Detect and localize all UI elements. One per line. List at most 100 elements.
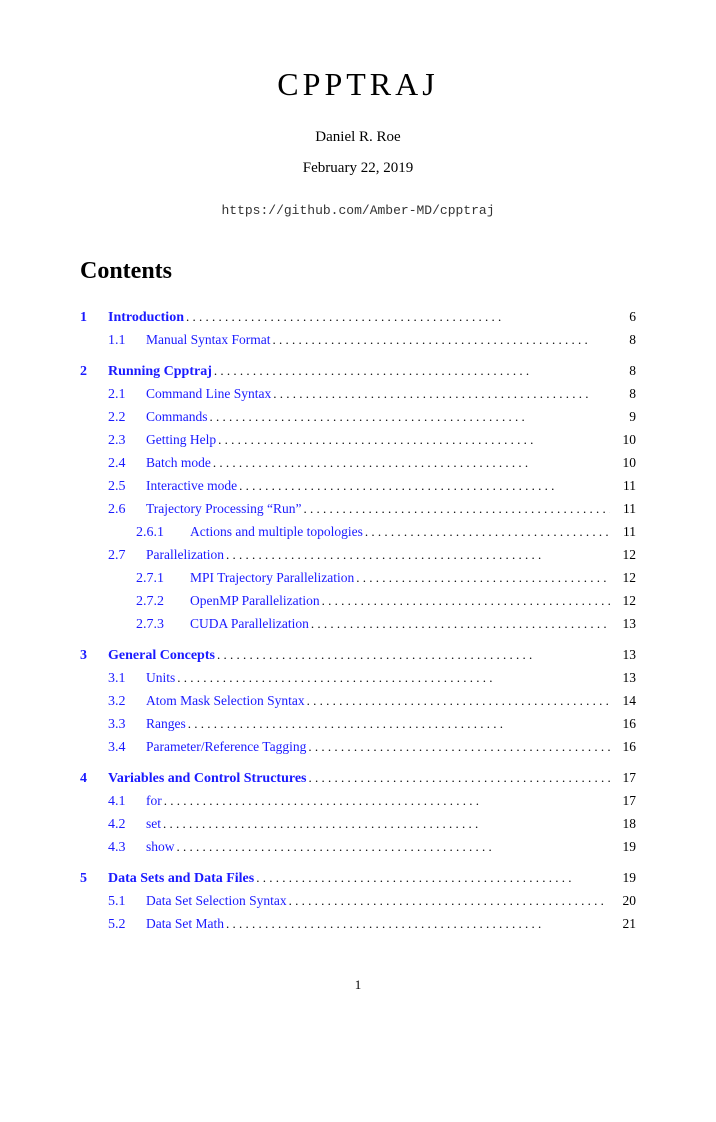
- toc-section: 5Data Sets and Data Files . . . . . . . …: [80, 868, 636, 935]
- toc-title: Ranges: [146, 714, 186, 734]
- date: February 22, 2019: [80, 157, 636, 180]
- toc-page: 16: [612, 737, 636, 757]
- toc-dots: . . . . . . . . . . . . . . . . . . . . …: [308, 768, 610, 788]
- toc-row[interactable]: 2.4Batch mode . . . . . . . . . . . . . …: [80, 453, 636, 474]
- toc-number: 2.3: [108, 430, 146, 451]
- toc-row[interactable]: 3.1Units . . . . . . . . . . . . . . . .…: [80, 668, 636, 689]
- toc-number: 3.4: [108, 737, 146, 758]
- toc-row[interactable]: 3.2Atom Mask Selection Syntax . . . . . …: [80, 691, 636, 712]
- toc-number: 2.5: [108, 476, 146, 497]
- toc-dots: . . . . . . . . . . . . . . . . . . . . …: [239, 476, 610, 496]
- toc-row[interactable]: 2.1Command Line Syntax . . . . . . . . .…: [80, 384, 636, 405]
- toc-page: 11: [612, 499, 636, 519]
- toc-dots: . . . . . . . . . . . . . . . . . . . . …: [217, 645, 610, 665]
- toc-number: 5.2: [108, 914, 146, 935]
- toc-title: set: [146, 814, 161, 834]
- toc-row[interactable]: 2Running Cpptraj . . . . . . . . . . . .…: [80, 361, 636, 382]
- toc-page: 13: [612, 645, 636, 665]
- toc-number: 3.1: [108, 668, 146, 689]
- toc-row[interactable]: 4.2set . . . . . . . . . . . . . . . . .…: [80, 814, 636, 835]
- toc-page: 20: [612, 891, 636, 911]
- toc-dots: . . . . . . . . . . . . . . . . . . . . …: [226, 914, 610, 934]
- toc-title: Data Sets and Data Files: [108, 868, 254, 889]
- toc-section: 4Variables and Control Structures . . . …: [80, 768, 636, 858]
- toc-page: 8: [612, 361, 636, 381]
- toc-dots: . . . . . . . . . . . . . . . . . . . . …: [188, 714, 610, 734]
- toc-title: Atom Mask Selection Syntax: [146, 691, 305, 711]
- toc-row[interactable]: 2.7Parallelization . . . . . . . . . . .…: [80, 545, 636, 566]
- toc-page: 12: [612, 568, 636, 588]
- toc-row[interactable]: 2.2Commands . . . . . . . . . . . . . . …: [80, 407, 636, 428]
- toc-dots: . . . . . . . . . . . . . . . . . . . . …: [218, 430, 610, 450]
- toc-row[interactable]: 2.7.1MPI Trajectory Parallelization . . …: [80, 568, 636, 589]
- toc-row[interactable]: 5Data Sets and Data Files . . . . . . . …: [80, 868, 636, 889]
- toc-row[interactable]: 2.6Trajectory Processing “Run” . . . . .…: [80, 499, 636, 520]
- toc-row[interactable]: 1.1Manual Syntax Format . . . . . . . . …: [80, 330, 636, 351]
- toc-row[interactable]: 2.6.1Actions and multiple topologies . .…: [80, 522, 636, 543]
- toc-dots: . . . . . . . . . . . . . . . . . . . . …: [365, 522, 610, 542]
- toc-page: 9: [612, 407, 636, 427]
- toc-number: 2.1: [108, 384, 146, 405]
- toc-row[interactable]: 4.1for . . . . . . . . . . . . . . . . .…: [80, 791, 636, 812]
- toc-number: 4: [80, 768, 108, 789]
- toc-row[interactable]: 1Introduction . . . . . . . . . . . . . …: [80, 307, 636, 328]
- toc-section: 2Running Cpptraj . . . . . . . . . . . .…: [80, 361, 636, 635]
- toc-title: show: [146, 837, 175, 857]
- toc-page: 8: [612, 330, 636, 350]
- toc-title: Manual Syntax Format: [146, 330, 271, 350]
- toc-title: Actions and multiple topologies: [190, 522, 363, 542]
- toc-dots: . . . . . . . . . . . . . . . . . . . . …: [308, 737, 610, 757]
- toc-title: Variables and Control Structures: [108, 768, 306, 789]
- toc-title: CUDA Parallelization: [190, 614, 309, 634]
- toc-dots: . . . . . . . . . . . . . . . . . . . . …: [213, 453, 610, 473]
- toc-row[interactable]: 5.1Data Set Selection Syntax . . . . . .…: [80, 891, 636, 912]
- toc-title: Commands: [146, 407, 208, 427]
- toc-number: 4.2: [108, 814, 146, 835]
- toc-title: Running Cpptraj: [108, 361, 212, 382]
- toc-row[interactable]: 2.7.2OpenMP Parallelization . . . . . . …: [80, 591, 636, 612]
- author: Daniel R. Roe: [80, 126, 636, 149]
- toc-dots: . . . . . . . . . . . . . . . . . . . . …: [177, 837, 610, 857]
- toc-number: 5: [80, 868, 108, 889]
- toc-title: Data Set Math: [146, 914, 224, 934]
- toc-row[interactable]: 2.3Getting Help . . . . . . . . . . . . …: [80, 430, 636, 451]
- toc-row[interactable]: 5.2Data Set Math . . . . . . . . . . . .…: [80, 914, 636, 935]
- toc-dots: . . . . . . . . . . . . . . . . . . . . …: [214, 361, 610, 381]
- toc-row[interactable]: 3.3Ranges . . . . . . . . . . . . . . . …: [80, 714, 636, 735]
- toc-number: 4.3: [108, 837, 146, 858]
- toc-row[interactable]: 4.3show . . . . . . . . . . . . . . . . …: [80, 837, 636, 858]
- toc-dots: . . . . . . . . . . . . . . . . . . . . …: [303, 499, 610, 519]
- toc-number: 5.1: [108, 891, 146, 912]
- toc-dots: . . . . . . . . . . . . . . . . . . . . …: [226, 545, 610, 565]
- toc-page: 10: [612, 430, 636, 450]
- toc-title: OpenMP Parallelization: [190, 591, 320, 611]
- toc-page: 19: [612, 868, 636, 888]
- page-title: CPPTRAJ: [80, 60, 636, 108]
- toc-title: Getting Help: [146, 430, 216, 450]
- toc-section: 3General Concepts . . . . . . . . . . . …: [80, 645, 636, 758]
- toc-dots: . . . . . . . . . . . . . . . . . . . . …: [163, 814, 610, 834]
- toc-row[interactable]: 3General Concepts . . . . . . . . . . . …: [80, 645, 636, 666]
- toc-title: General Concepts: [108, 645, 215, 666]
- toc-page: 21: [612, 914, 636, 934]
- toc-row[interactable]: 2.5Interactive mode . . . . . . . . . . …: [80, 476, 636, 497]
- toc-row[interactable]: 2.7.3CUDA Parallelization . . . . . . . …: [80, 614, 636, 635]
- toc-dots: . . . . . . . . . . . . . . . . . . . . …: [256, 868, 610, 888]
- toc-title: Trajectory Processing “Run”: [146, 499, 301, 519]
- toc: 1Introduction . . . . . . . . . . . . . …: [80, 307, 636, 935]
- toc-page: 11: [612, 522, 636, 542]
- toc-page: 13: [612, 668, 636, 688]
- toc-row[interactable]: 3.4Parameter/Reference Tagging . . . . .…: [80, 737, 636, 758]
- page-number: 1: [80, 975, 636, 995]
- toc-page: 11: [612, 476, 636, 496]
- toc-title: Batch mode: [146, 453, 211, 473]
- toc-number: 2.2: [108, 407, 146, 428]
- toc-dots: . . . . . . . . . . . . . . . . . . . . …: [356, 568, 610, 588]
- toc-row[interactable]: 4Variables and Control Structures . . . …: [80, 768, 636, 789]
- toc-page: 10: [612, 453, 636, 473]
- toc-dots: . . . . . . . . . . . . . . . . . . . . …: [186, 307, 610, 327]
- toc-title: Introduction: [108, 307, 184, 328]
- toc-number: 2.6.1: [136, 522, 190, 543]
- toc-number: 4.1: [108, 791, 146, 812]
- toc-number: 2.4: [108, 453, 146, 474]
